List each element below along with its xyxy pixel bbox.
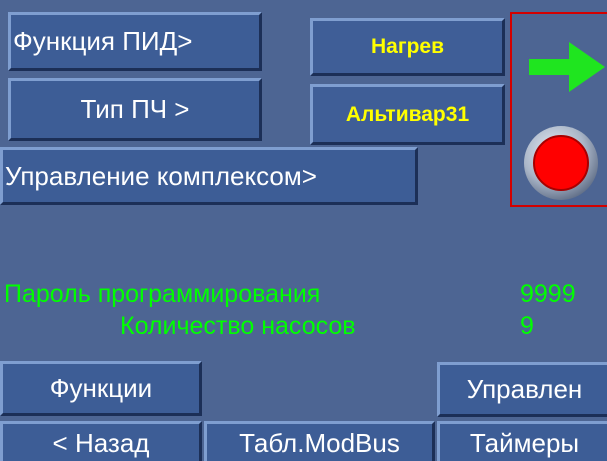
password-label: Пароль программирования (4, 280, 321, 308)
modbus-table-label: Табл.ModBus (239, 428, 400, 458)
pid-function-label: Функция ПИД> (13, 26, 193, 56)
drive-model-display[interactable]: Альтивар31 (310, 84, 505, 145)
hmi-screen: Функция ПИД> Нагрев Тип ПЧ > Альтивар31 … (0, 0, 607, 461)
modbus-table-button[interactable]: Табл.ModBus (204, 421, 435, 461)
direction-arrow-icon (529, 42, 605, 92)
password-value: 9999 (520, 280, 576, 308)
pumps-value: 9 (520, 312, 534, 340)
back-button[interactable]: < Назад (0, 421, 202, 461)
complex-control-button[interactable]: Управление комплексом> (0, 147, 418, 205)
timers-button[interactable]: Таймеры (437, 421, 607, 461)
control-label: Управлен (466, 374, 583, 404)
freq-type-button[interactable]: Тип ПЧ > (8, 78, 262, 141)
status-lamp-icon[interactable] (520, 122, 602, 204)
functions-label: Функции (49, 373, 153, 403)
timers-label: Таймеры (469, 428, 580, 458)
control-button[interactable]: Управлен (437, 362, 607, 417)
mode-display[interactable]: Нагрев (310, 18, 505, 76)
pid-function-button[interactable]: Функция ПИД> (8, 12, 262, 71)
functions-button[interactable]: Функции (0, 361, 202, 416)
back-label: < Назад (52, 428, 150, 458)
drive-model-value: Альтивар31 (345, 102, 470, 126)
mode-value: Нагрев (370, 35, 444, 58)
complex-control-label: Управление комплексом> (5, 160, 317, 191)
pumps-label: Количество насосов (120, 312, 356, 340)
freq-type-label: Тип ПЧ > (80, 94, 190, 124)
